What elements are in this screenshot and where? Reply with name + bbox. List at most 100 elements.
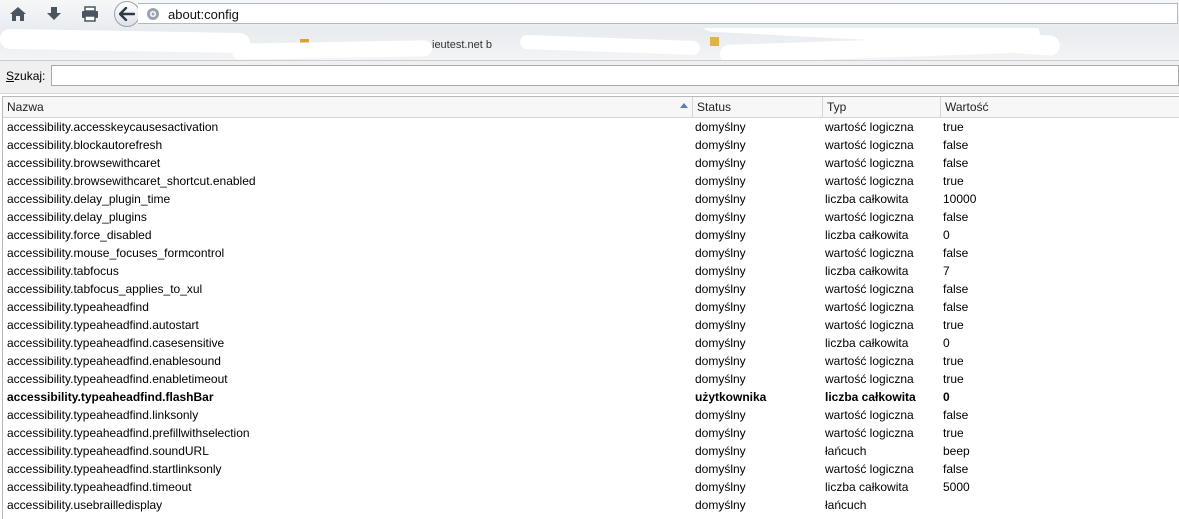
pref-value-cell: true [943, 354, 964, 368]
table-row[interactable]: accessibility.typeaheadfind.linksonly dom… [3, 406, 1179, 424]
pref-value-cell: false [943, 462, 969, 476]
pref-type-cell: wartość logiczna [825, 372, 914, 386]
table-row[interactable]: accessibility.blockautorefresh domyślny wa… [3, 136, 1179, 154]
pref-type-cell: wartość logiczna [825, 210, 914, 224]
pref-name-cell: accessibility.typeaheadfind.autostart [7, 318, 199, 332]
pref-status-cell: domyślny [695, 282, 746, 296]
printer-icon [82, 6, 98, 22]
table-row[interactable]: accessibility.typeaheadfind.enablesound d… [3, 352, 1179, 370]
table-row[interactable]: accessibility.typeaheadfind.soundURL domy… [3, 442, 1179, 460]
pref-name-cell: accessibility.typeaheadfind.casesensitiv… [7, 336, 225, 350]
download-arrow-icon [47, 7, 61, 20]
pref-value-cell: true [943, 174, 964, 188]
table-row[interactable]: accessibility.usebrailledisplay domyślny ł… [3, 496, 1179, 514]
pref-status-cell: domyślny [695, 156, 746, 170]
table-row[interactable]: accessibility.delay_plugins domyślny warto… [3, 208, 1179, 226]
back-arrow-icon [119, 7, 135, 21]
pref-type-cell: łańcuch [825, 444, 867, 458]
pref-status-cell: domyślny [695, 372, 746, 386]
pref-name-cell: accessibility.typeaheadfind.startlinkson… [7, 462, 222, 476]
pref-status-cell: domyślny [695, 336, 746, 350]
pref-status-cell: domyślny [695, 480, 746, 494]
redaction-mark [0, 28, 251, 54]
downloads-button[interactable] [43, 3, 65, 25]
table-row[interactable]: accessibility.typeaheadfind.flashBar użyt… [3, 388, 1179, 406]
table-row[interactable]: accessibility.typeaheadfind.timeout domyś… [3, 478, 1179, 496]
table-row[interactable]: accessibility.tabfocus domyślny liczba cał… [3, 262, 1179, 280]
table-row[interactable]: accessibility.typeaheadfind domyślny warto… [3, 298, 1179, 316]
pref-type-cell: wartość logiczna [825, 300, 914, 314]
pref-value-cell: true [943, 120, 964, 134]
table-row[interactable]: accessibility.typeaheadfind.startlinkson… [3, 460, 1179, 478]
pref-status-cell: domyślny [695, 138, 746, 152]
pref-status-cell: domyślny [695, 264, 746, 278]
pref-name-cell: accessibility.typeaheadfind.flashBar [7, 390, 214, 404]
column-header-label: Wartość [945, 100, 989, 114]
pref-value-cell: false [943, 246, 969, 260]
print-button[interactable] [79, 3, 101, 25]
pref-status-cell: domyślny [695, 444, 746, 458]
table-header: Nazwa Status Typ Wartość [3, 97, 1179, 118]
pref-type-cell: wartość logiczna [825, 354, 914, 368]
pref-status-cell: domyślny [695, 408, 746, 422]
pref-status-cell: domyślny [695, 210, 746, 224]
pref-value-cell: 7 [943, 264, 950, 278]
pref-status-cell: domyślny [695, 426, 746, 440]
pref-type-cell: wartość logiczna [825, 462, 914, 476]
back-button[interactable] [114, 1, 140, 27]
column-header-type[interactable]: Typ [823, 97, 941, 117]
table-row[interactable]: accessibility.tabfocus_applies_to_xul dom… [3, 280, 1179, 298]
pref-value-cell: true [943, 318, 964, 332]
pref-type-cell: liczba całkowita [825, 480, 909, 494]
pref-name-cell: accessibility.delay_plugin_time [7, 192, 171, 206]
pref-type-cell: liczba całkowita [825, 336, 909, 350]
table-row[interactable]: accessibility.accesskeycausesactivation d… [3, 118, 1179, 136]
column-header-status[interactable]: Status [693, 97, 823, 117]
pref-name-cell: accessibility.delay_plugins [7, 210, 147, 224]
pref-value-cell: false [943, 282, 969, 296]
pref-name-cell: accessibility.usebrailledisplay [7, 498, 163, 512]
pref-name-cell: accessibility.tabfocus_applies_to_xul [7, 282, 203, 296]
pref-status-cell: domyślny [695, 192, 746, 206]
pref-name-cell: accessibility.typeaheadfind.enabletimeou… [7, 372, 228, 386]
pref-value-cell: 10000 [943, 192, 977, 206]
pref-status-cell: domyślny [695, 318, 746, 332]
bookmark-favicon[interactable] [710, 37, 719, 46]
table-row[interactable]: accessibility.browsewithcaret_shortcut.e… [3, 172, 1179, 190]
table-row[interactable]: accessibility.force_disabled domyślny licz… [3, 226, 1179, 244]
pref-type-cell: liczba całkowita [825, 264, 909, 278]
search-input[interactable] [51, 65, 1179, 86]
pref-name-cell: accessibility.typeaheadfind.prefillwiths… [7, 426, 250, 440]
pref-name-cell: accessibility.mouse_focuses_formcontrol [7, 246, 225, 260]
column-header-value[interactable]: Wartość [941, 97, 1179, 117]
address-bar[interactable]: about:config [138, 3, 1178, 24]
column-header-name[interactable]: Nazwa [3, 97, 693, 117]
bookmark-label[interactable]: ieutest.net b [432, 39, 492, 51]
pref-type-cell: wartość logiczna [825, 120, 914, 134]
table-row[interactable]: accessibility.typeaheadfind.autostart dom… [3, 316, 1179, 334]
home-button[interactable] [7, 3, 29, 25]
pref-type-cell: wartość logiczna [825, 318, 914, 332]
pref-type-cell: wartość logiczna [825, 408, 914, 422]
table-row[interactable]: accessibility.typeaheadfind.enabletimeou… [3, 370, 1179, 388]
table-row[interactable]: accessibility.typeaheadfind.prefillwiths… [3, 424, 1179, 442]
pref-name-cell: accessibility.typeaheadfind.timeout [7, 480, 192, 494]
pref-value-cell: 0 [943, 390, 950, 404]
redaction-mark [519, 34, 701, 56]
pref-status-cell: domyślny [695, 462, 746, 476]
table-body: accessibility.accesskeycausesactivation d… [3, 118, 1179, 514]
pref-value-cell [943, 496, 1173, 514]
pref-name-cell: accessibility.browsewithcaret [7, 156, 161, 170]
pref-type-cell: wartość logiczna [825, 426, 914, 440]
pref-value-cell: false [943, 210, 969, 224]
pref-name-cell: accessibility.tabfocus [7, 264, 119, 278]
table-row[interactable]: accessibility.browsewithcaret domyślny war… [3, 154, 1179, 172]
pref-value-cell: 0 [943, 228, 950, 242]
table-row[interactable]: accessibility.mouse_focuses_formcontrol d… [3, 244, 1179, 262]
pref-status-cell: domyślny [695, 174, 746, 188]
table-row[interactable]: accessibility.delay_plugin_time domyślny l… [3, 190, 1179, 208]
pref-name-cell: accessibility.typeaheadfind.linksonly [7, 408, 199, 422]
pref-name-cell: accessibility.force_disabled [7, 228, 152, 242]
table-row[interactable]: accessibility.typeaheadfind.casesensitiv… [3, 334, 1179, 352]
pref-value-cell: true [943, 426, 964, 440]
